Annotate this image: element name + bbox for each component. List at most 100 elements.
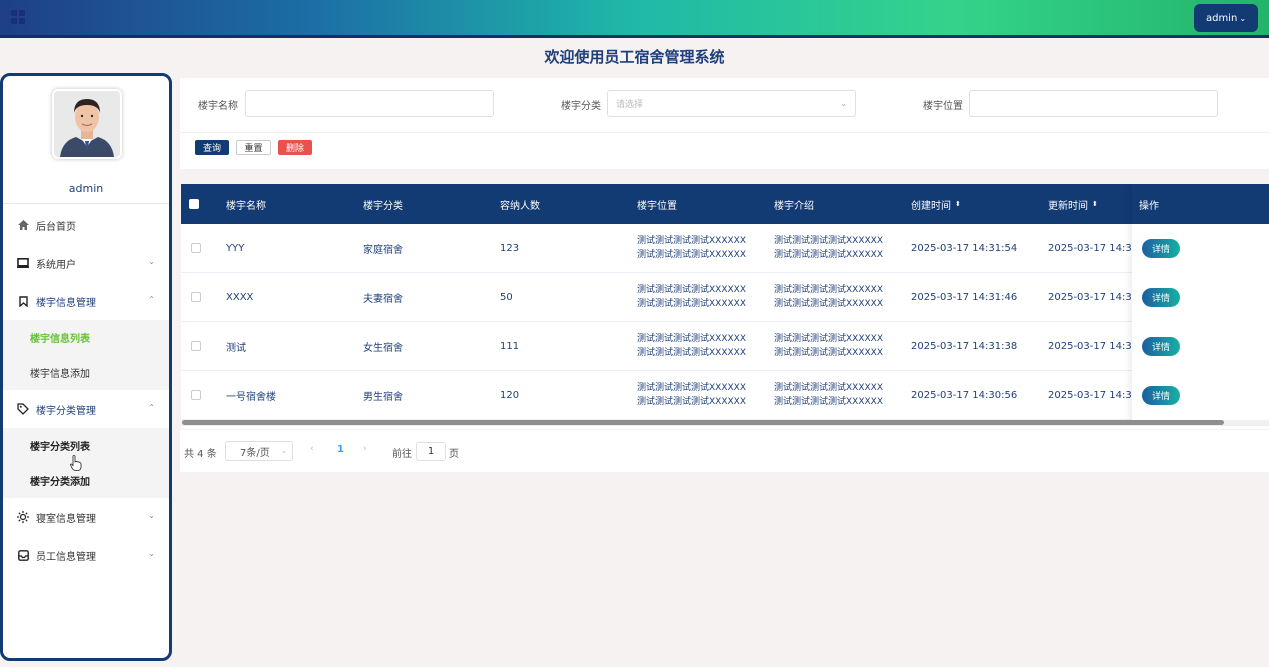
cell-line: 测试测试测试测试XXXXXX	[637, 285, 746, 295]
sidebar-subitem-category-add[interactable]: 楼宇分类添加	[3, 463, 169, 498]
sidebar-item-home[interactable]: 后台首页	[3, 206, 169, 244]
cell-line: 测试测试测试测试XXXXXX	[774, 236, 883, 246]
chevron-down-icon: ⌄	[281, 447, 287, 455]
admin-dropdown-button[interactable]: admin ⌄	[1194, 4, 1258, 32]
pagination-total: 共 4 条	[184, 449, 217, 460]
building-category-select[interactable]: 请选择 ⌄	[607, 90, 856, 117]
sidebar-divider	[3, 203, 169, 204]
home-icon	[16, 218, 30, 232]
sort-icon[interactable]: ⬍	[955, 200, 961, 208]
table-row: 一号宿舍楼 男生宿舍 120 测试测试测试测试XXXXXX 测试测试测试测试XXX…	[181, 371, 1269, 420]
cell-line: 测试测试测试测试XXXXXX	[774, 348, 883, 358]
detail-button[interactable]: 详情	[1142, 386, 1180, 405]
data-table: 楼宇名称 楼宇分类 容纳人数 楼宇位置 楼宇介绍 创建时间 ⬍ 更新时间 ⬍ Y…	[181, 184, 1269, 429]
reset-button[interactable]: 重置	[236, 140, 271, 155]
column-header-updated[interactable]: 更新时间 ⬍	[1048, 184, 1098, 224]
avatar	[52, 89, 122, 159]
building-name-label: 楼宇名称	[198, 101, 238, 112]
cell-location: 测试测试测试测试XXXXXX 测试测试测试测试XXXXXX	[637, 224, 746, 272]
detail-button[interactable]: 详情	[1142, 288, 1180, 307]
cell-name: YYY	[226, 242, 245, 254]
cell-category: 女生宿舍	[363, 342, 403, 354]
sidebar-menu: 后台首页 系统用户 ⌄ 楼宇信息管理 ⌃ 楼宇信息列表 楼宇信息添加 楼宇分类管…	[3, 206, 169, 574]
bookmark-icon	[16, 294, 30, 308]
cell-capacity: 120	[500, 389, 520, 401]
page-number[interactable]: 1	[337, 444, 344, 455]
scrollbar-thumb[interactable]	[182, 420, 1224, 425]
cell-capacity: 111	[500, 340, 520, 352]
hand-cursor-icon	[70, 455, 82, 471]
sidebar-item-label: 系统用户	[36, 259, 76, 271]
cell-line: 测试测试测试测试XXXXXX	[774, 397, 883, 407]
sidebar-subitem-building-add[interactable]: 楼宇信息添加	[3, 355, 169, 390]
user-name: admin	[68, 182, 104, 195]
select-all-checkbox[interactable]	[189, 199, 199, 209]
building-location-label: 楼宇位置	[923, 101, 963, 112]
detail-button[interactable]: 详情	[1142, 239, 1180, 258]
sidebar-item-building-info[interactable]: 楼宇信息管理 ⌃	[3, 282, 169, 320]
goto-label: 前往	[392, 449, 412, 460]
select-placeholder: 请选择	[616, 100, 644, 110]
building-location-input[interactable]	[969, 90, 1218, 117]
cell-category: 男生宿舍	[363, 391, 403, 403]
detail-button[interactable]: 详情	[1142, 337, 1180, 356]
cell-created: 2025-03-17 14:30:56	[911, 389, 1018, 401]
column-header-label: 更新时间	[1048, 200, 1088, 212]
sidebar-item-employee-info[interactable]: 员工信息管理 ⌄	[3, 536, 169, 574]
column-header-action: 操作	[1132, 184, 1269, 224]
admin-button-label: admin	[1205, 12, 1238, 24]
row-checkbox[interactable]	[191, 292, 201, 302]
chevron-down-icon: ⌄	[148, 257, 155, 266]
query-button[interactable]: 查询	[195, 140, 229, 155]
table-row: 测试 女生宿舍 111 测试测试测试测试XXXXXX 测试测试测试测试XXXXXX…	[181, 322, 1269, 371]
sidebar-item-building-category[interactable]: 楼宇分类管理 ⌃	[3, 390, 169, 428]
cell-line: 测试测试测试测试XXXXXX	[774, 250, 883, 260]
search-panel: 楼宇名称 楼宇分类 请选择 ⌄ 楼宇位置 查询 重置 删除	[180, 78, 1269, 169]
building-name-input[interactable]	[245, 90, 494, 117]
cell-category: 夫妻宿舍	[363, 293, 403, 305]
sidebar-subitem-building-list[interactable]: 楼宇信息列表	[3, 320, 169, 355]
row-checkbox[interactable]	[191, 341, 201, 351]
sidebar: admin 后台首页 系统用户 ⌄ 楼宇信息管理 ⌃ 楼宇信息列表 楼宇信息添加	[0, 73, 172, 661]
cell-created: 2025-03-17 14:31:46	[911, 291, 1018, 303]
sidebar-subitem-category-list[interactable]: 楼宇分类列表	[3, 428, 169, 463]
page-size-select[interactable]: 7条/页 ⌄	[225, 441, 293, 461]
column-header-label: 创建时间	[911, 200, 951, 212]
cell-created: 2025-03-17 14:31:38	[911, 340, 1018, 352]
operation-column: 操作 详情 详情 详情 详情	[1132, 184, 1269, 421]
cell-location: 测试测试测试测试XXXXXX 测试测试测试测试XXXXXX	[637, 371, 746, 419]
goto-page-input[interactable]: 1	[416, 442, 446, 461]
cell-intro: 测试测试测试测试XXXXXX 测试测试测试测试XXXXXX	[774, 273, 883, 321]
cell-intro: 测试测试测试测试XXXXXX 测试测试测试测试XXXXXX	[774, 322, 883, 370]
cell-line: 测试测试测试测试XXXXXX	[637, 397, 746, 407]
sidebar-item-room-info[interactable]: 寝室信息管理 ⌄	[3, 498, 169, 536]
page-suffix-label: 页	[449, 449, 459, 460]
next-page-icon[interactable]: ›	[363, 444, 367, 454]
sort-icon[interactable]: ⬍	[1092, 200, 1098, 208]
sidebar-item-label: 楼宇信息管理	[36, 297, 96, 309]
page-title: 欢迎使用员工宿舍管理系统	[544, 48, 725, 66]
column-header-location: 楼宇位置	[637, 200, 677, 212]
cell-line: 测试测试测试测试XXXXXX	[637, 236, 746, 246]
top-bar: admin ⌄	[0, 0, 1269, 38]
table-row: YYY 家庭宿舍 123 测试测试测试测试XXXXXX 测试测试测试测试XXXXX…	[181, 224, 1269, 273]
cell-line: 测试测试测试测试XXXXXX	[774, 285, 883, 295]
grid-menu-icon[interactable]	[11, 10, 25, 24]
cell-category: 家庭宿舍	[363, 244, 403, 256]
cell-line: 测试测试测试测试XXXXXX	[637, 334, 746, 344]
column-header-created[interactable]: 创建时间 ⬍	[911, 184, 961, 224]
sidebar-item-label: 寝室信息管理	[36, 513, 96, 525]
sidebar-item-system-users[interactable]: 系统用户 ⌄	[3, 244, 169, 282]
table-row: XXXX 夫妻宿舍 50 测试测试测试测试XXXXXX 测试测试测试测试XXXXX…	[181, 273, 1269, 322]
column-header-intro: 楼宇介绍	[774, 200, 814, 212]
row-checkbox[interactable]	[191, 390, 201, 400]
cell-line: 测试测试测试测试XXXXXX	[774, 383, 883, 393]
cell-line: 测试测试测试测试XXXXXX	[637, 383, 746, 393]
page-size-value: 7条/页	[240, 447, 270, 459]
chevron-up-icon: ⌃	[148, 295, 155, 304]
delete-button[interactable]: 删除	[278, 140, 312, 155]
prev-page-icon[interactable]: ‹	[310, 444, 314, 454]
horizontal-scrollbar[interactable]	[181, 420, 1269, 426]
sidebar-item-label: 后台首页	[36, 221, 76, 233]
row-checkbox[interactable]	[191, 243, 201, 253]
